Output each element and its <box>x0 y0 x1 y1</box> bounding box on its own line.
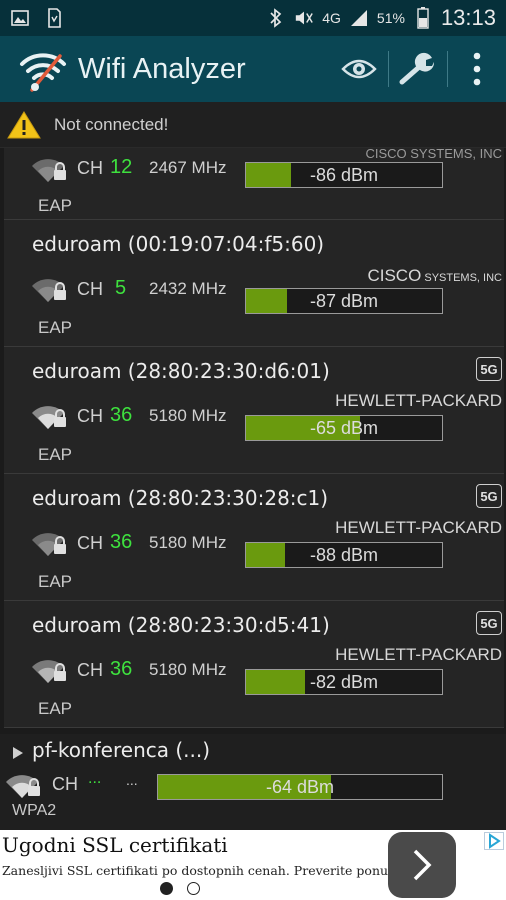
security-type: EAP <box>38 196 73 215</box>
signal-value: -86 dBm <box>309 165 379 185</box>
security-type: WPA2 <box>12 802 57 819</box>
vendor-label: HEWLETT-PACKARD <box>335 391 502 410</box>
battery-icon <box>413 7 433 29</box>
chevron-right-icon <box>413 849 432 881</box>
vendor-label: CISCO SYSTEMS, INC <box>365 148 502 161</box>
signal-value: -82 dBm <box>309 672 379 692</box>
signal-meter: -65 dBm <box>245 415 443 441</box>
wifi-locked-icon <box>32 279 66 302</box>
vendor-main: CISCO <box>367 266 422 285</box>
network-ssid: eduroam (28:80:23:30:28:c1) <box>32 486 329 510</box>
channel-label: CH <box>52 774 78 794</box>
group-name: pf-konferenca (...) <box>32 738 211 762</box>
channel-label: CH <box>77 533 103 553</box>
ad-description: Zanesljivi SSL certifikati po dostopnih … <box>2 863 417 878</box>
list-item[interactable]: eduroam (28:80:23:30:d6:01) 5G HEWLETT-P… <box>4 347 504 474</box>
wifi-locked-icon <box>6 775 40 798</box>
ad-title[interactable]: Ugodni SSL certifikati <box>2 833 228 857</box>
channel-number: 36 <box>110 531 133 553</box>
ad-open-button[interactable] <box>388 832 456 898</box>
5g-badge: 5G <box>476 611 502 635</box>
network-ssid: eduroam (00:19:07:04:f5:60) <box>32 232 325 256</box>
frequency: 5180 MHz <box>149 660 227 679</box>
5g-badge: 5G <box>476 357 502 381</box>
list-item[interactable]: eduroam (00:19:07:04:f5:60) CISCO SYSTEM… <box>4 220 504 347</box>
vendor-label: CISCO SYSTEMS, INC <box>367 266 502 286</box>
list-item[interactable]: CISCO SYSTEMS, INC CH 12 2467 MHz -86 dB… <box>4 148 504 220</box>
network-ssid: eduroam (28:80:23:30:d5:41) <box>32 613 330 637</box>
overflow-menu-button[interactable] <box>448 36 506 102</box>
pager-dot <box>187 882 200 895</box>
frequency: 2467 MHz <box>149 158 227 177</box>
security-type: EAP <box>38 445 73 464</box>
frequency: 5180 MHz <box>149 406 227 425</box>
wifi-locked-icon <box>32 533 66 556</box>
warning-text: Not connected! <box>54 114 169 134</box>
network-group-item[interactable]: pf-konferenca (...) CH ... ... -64 dBm W… <box>0 734 506 830</box>
sim-icon <box>44 8 64 28</box>
signal-value: -64 dBm <box>265 777 335 797</box>
signal-meter: -87 dBm <box>245 288 443 314</box>
frequency: 2432 MHz <box>149 279 227 298</box>
channel-label: CH <box>77 660 103 680</box>
signal-meter: -64 dBm <box>157 774 443 800</box>
security-type: EAP <box>38 318 73 337</box>
wifi-locked-icon <box>32 660 66 683</box>
signal-value: -87 dBm <box>309 291 379 311</box>
app-bar: Wifi Analyzer <box>0 36 506 102</box>
signal-value: -88 dBm <box>309 545 379 565</box>
vendor-rest: SYSTEMS, INC <box>421 272 502 284</box>
channel-number: 5 <box>115 277 127 299</box>
security-type: EAP <box>38 699 73 718</box>
signal-meter: -82 dBm <box>245 669 443 695</box>
network-list[interactable]: CISCO SYSTEMS, INC CH 12 2467 MHz -86 dB… <box>0 148 506 830</box>
app-title: Wifi Analyzer <box>78 52 246 85</box>
eye-icon <box>341 59 377 79</box>
clock: 13:13 <box>440 5 496 30</box>
wifi-locked-icon <box>32 159 66 182</box>
signal-meter: -86 dBm <box>245 162 443 188</box>
vendor-label: HEWLETT-PACKARD <box>335 645 502 664</box>
channel-number: 36 <box>110 404 133 426</box>
wifi-analyzer-logo-icon[interactable] <box>16 42 70 96</box>
expand-arrow-icon[interactable] <box>12 746 24 760</box>
security-type: EAP <box>38 572 73 591</box>
signal-value: -65 dBm <box>309 418 379 438</box>
mute-icon <box>294 8 314 28</box>
channel-number: 12 <box>110 156 133 178</box>
channel-label: CH <box>77 279 103 299</box>
channel-number: ... <box>88 770 102 787</box>
signal-meter: -88 dBm <box>245 542 443 568</box>
channel-label: CH <box>77 406 103 426</box>
wrench-icon <box>399 52 435 85</box>
channel-number: 36 <box>110 658 133 680</box>
connection-warning: Not connected! <box>0 102 506 148</box>
ad-pager <box>160 882 200 895</box>
list-item[interactable]: eduroam (28:80:23:30:28:c1) 5G HEWLETT-P… <box>4 474 504 601</box>
ad-choices-icon[interactable] <box>484 832 504 850</box>
image-icon <box>10 8 30 28</box>
signal-icon <box>349 8 369 28</box>
view-eye-button[interactable] <box>330 36 388 102</box>
status-bar: 4G 51% 13:13 <box>0 0 506 36</box>
list-item[interactable]: eduroam (28:80:23:30:d5:41) 5G HEWLETT-P… <box>4 601 504 728</box>
overflow-menu-icon <box>473 52 481 86</box>
frequency: ... <box>126 772 138 788</box>
frequency: 5180 MHz <box>149 533 227 552</box>
settings-wrench-button[interactable] <box>389 36 447 102</box>
ad-banner[interactable]: Ugodni SSL certifikati Zanesljivi SSL ce… <box>0 830 506 900</box>
5g-badge: 5G <box>476 484 502 508</box>
battery-percent: 51% <box>376 10 405 26</box>
bluetooth-icon <box>266 8 286 28</box>
vendor-label: HEWLETT-PACKARD <box>335 518 502 537</box>
warning-icon <box>7 110 41 138</box>
wifi-locked-icon <box>32 406 66 429</box>
network-ssid: eduroam (28:80:23:30:d6:01) <box>32 359 330 383</box>
pager-dot-active <box>160 882 173 895</box>
network-type: 4G <box>322 10 341 26</box>
channel-label: CH <box>77 158 103 178</box>
